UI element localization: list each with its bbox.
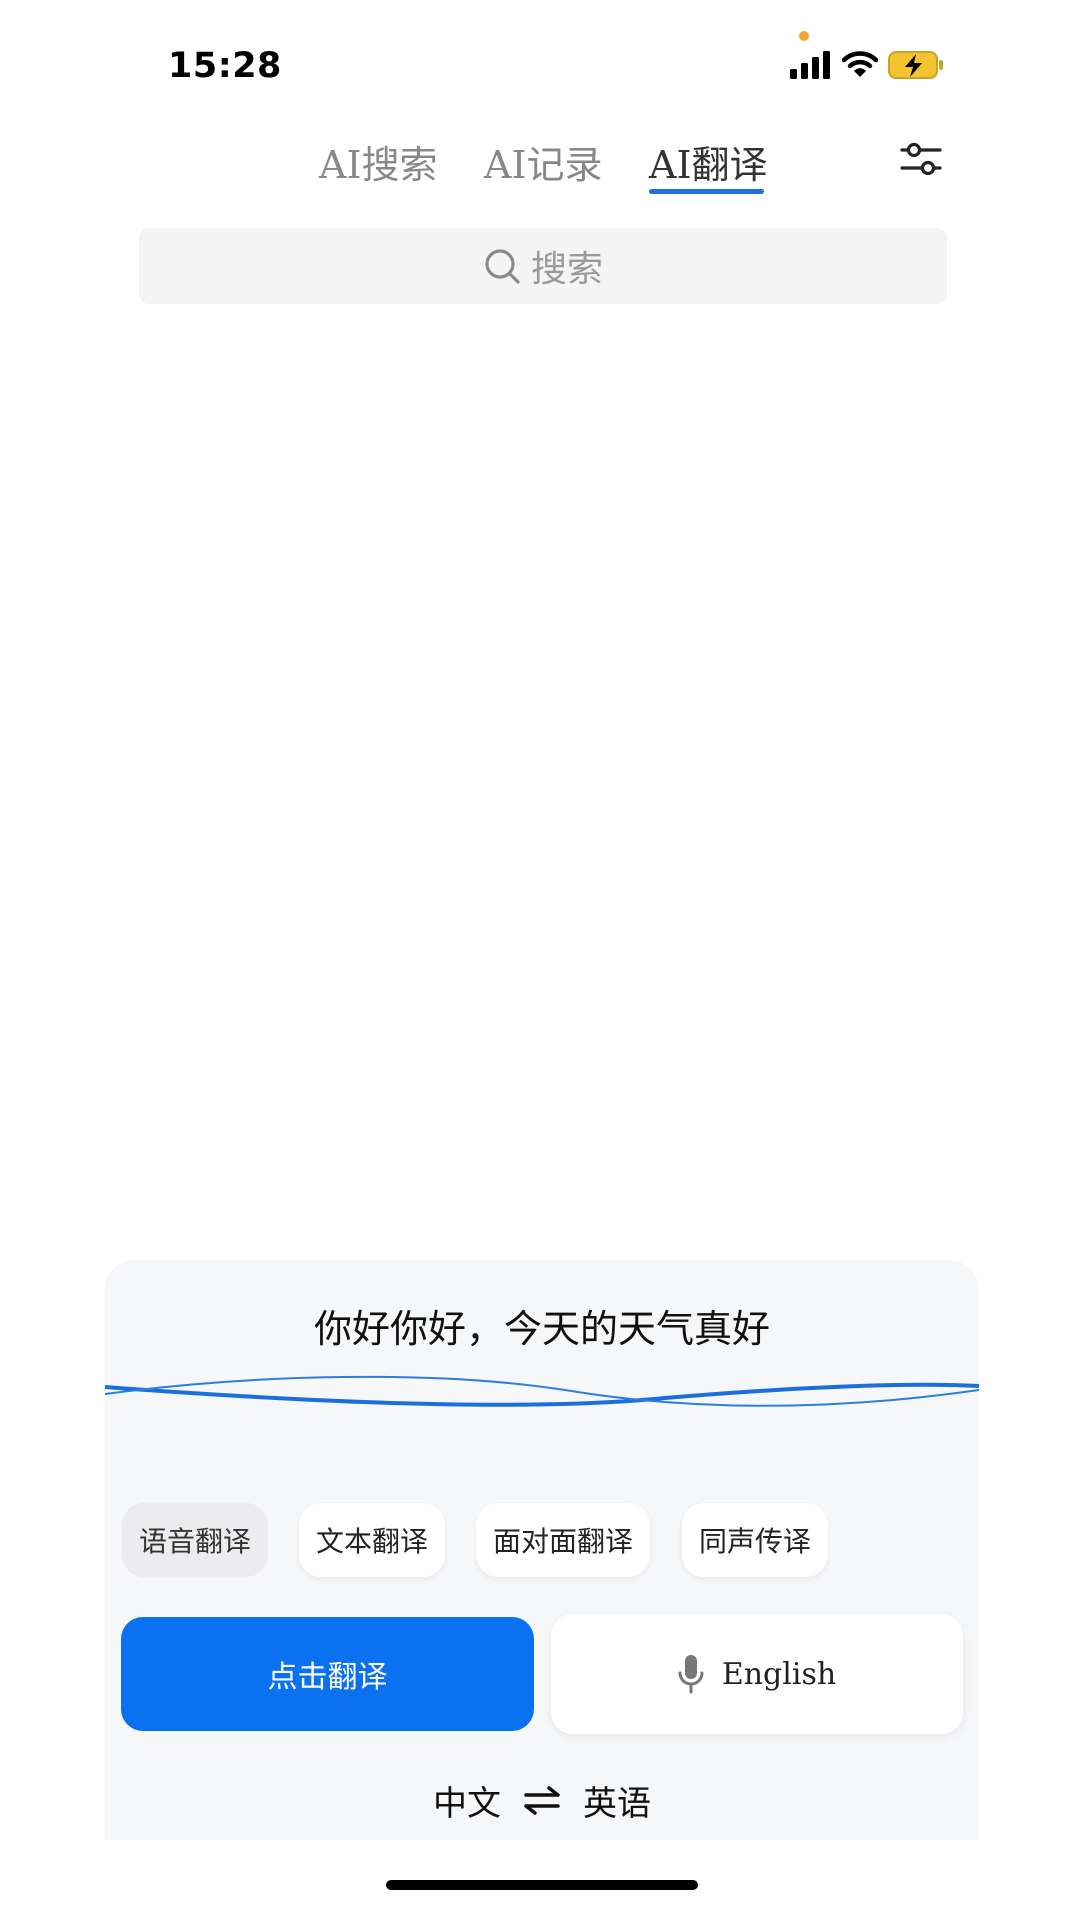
- english-voice-button[interactable]: English: [551, 1614, 963, 1734]
- language-pair: 中文 英语: [105, 1770, 979, 1830]
- tab-ai-search[interactable]: AI搜索: [319, 134, 437, 187]
- search-input[interactable]: 搜索: [139, 228, 947, 304]
- tab-ai-translate[interactable]: AI翻译: [649, 134, 767, 187]
- tap-to-translate-button[interactable]: 点击翻译: [121, 1617, 534, 1731]
- home-indicator[interactable]: [386, 1880, 698, 1890]
- transcript-text: 你好你好，今天的天气真好: [313, 1307, 770, 1351]
- tab-ai-records[interactable]: AI记录: [484, 134, 602, 187]
- search-icon: [485, 249, 520, 284]
- search-placeholder: 搜索: [530, 249, 603, 290]
- signal-icon: [790, 51, 830, 79]
- mode-face-to-face-translate[interactable]: 面对面翻译: [476, 1503, 651, 1577]
- source-language[interactable]: 中文: [433, 1776, 501, 1825]
- target-language[interactable]: 英语: [583, 1776, 651, 1825]
- mode-text-translate[interactable]: 文本翻译: [299, 1503, 446, 1577]
- mode-voice-translate[interactable]: 语音翻译: [122, 1503, 269, 1577]
- swap-arrows-icon[interactable]: [523, 1785, 561, 1815]
- battery-charging-icon: [888, 51, 943, 79]
- filter-settings-icon[interactable]: [900, 138, 942, 180]
- voice-waveform: [105, 1375, 979, 1407]
- translator-panel: 你好你好，今天的天气真好 语音翻译 文本翻译 面对面翻译 同声传译 点击翻译 E…: [105, 1260, 979, 1840]
- voice-language-label: English: [721, 1656, 837, 1692]
- mode-simultaneous-interpretation[interactable]: 同声传译: [682, 1503, 829, 1577]
- status-time: 15:28: [168, 46, 282, 86]
- privacy-indicator-dot: [799, 31, 809, 41]
- microphone-icon: [678, 1655, 704, 1694]
- active-tab-indicator: [649, 189, 764, 194]
- wifi-icon: [842, 51, 878, 77]
